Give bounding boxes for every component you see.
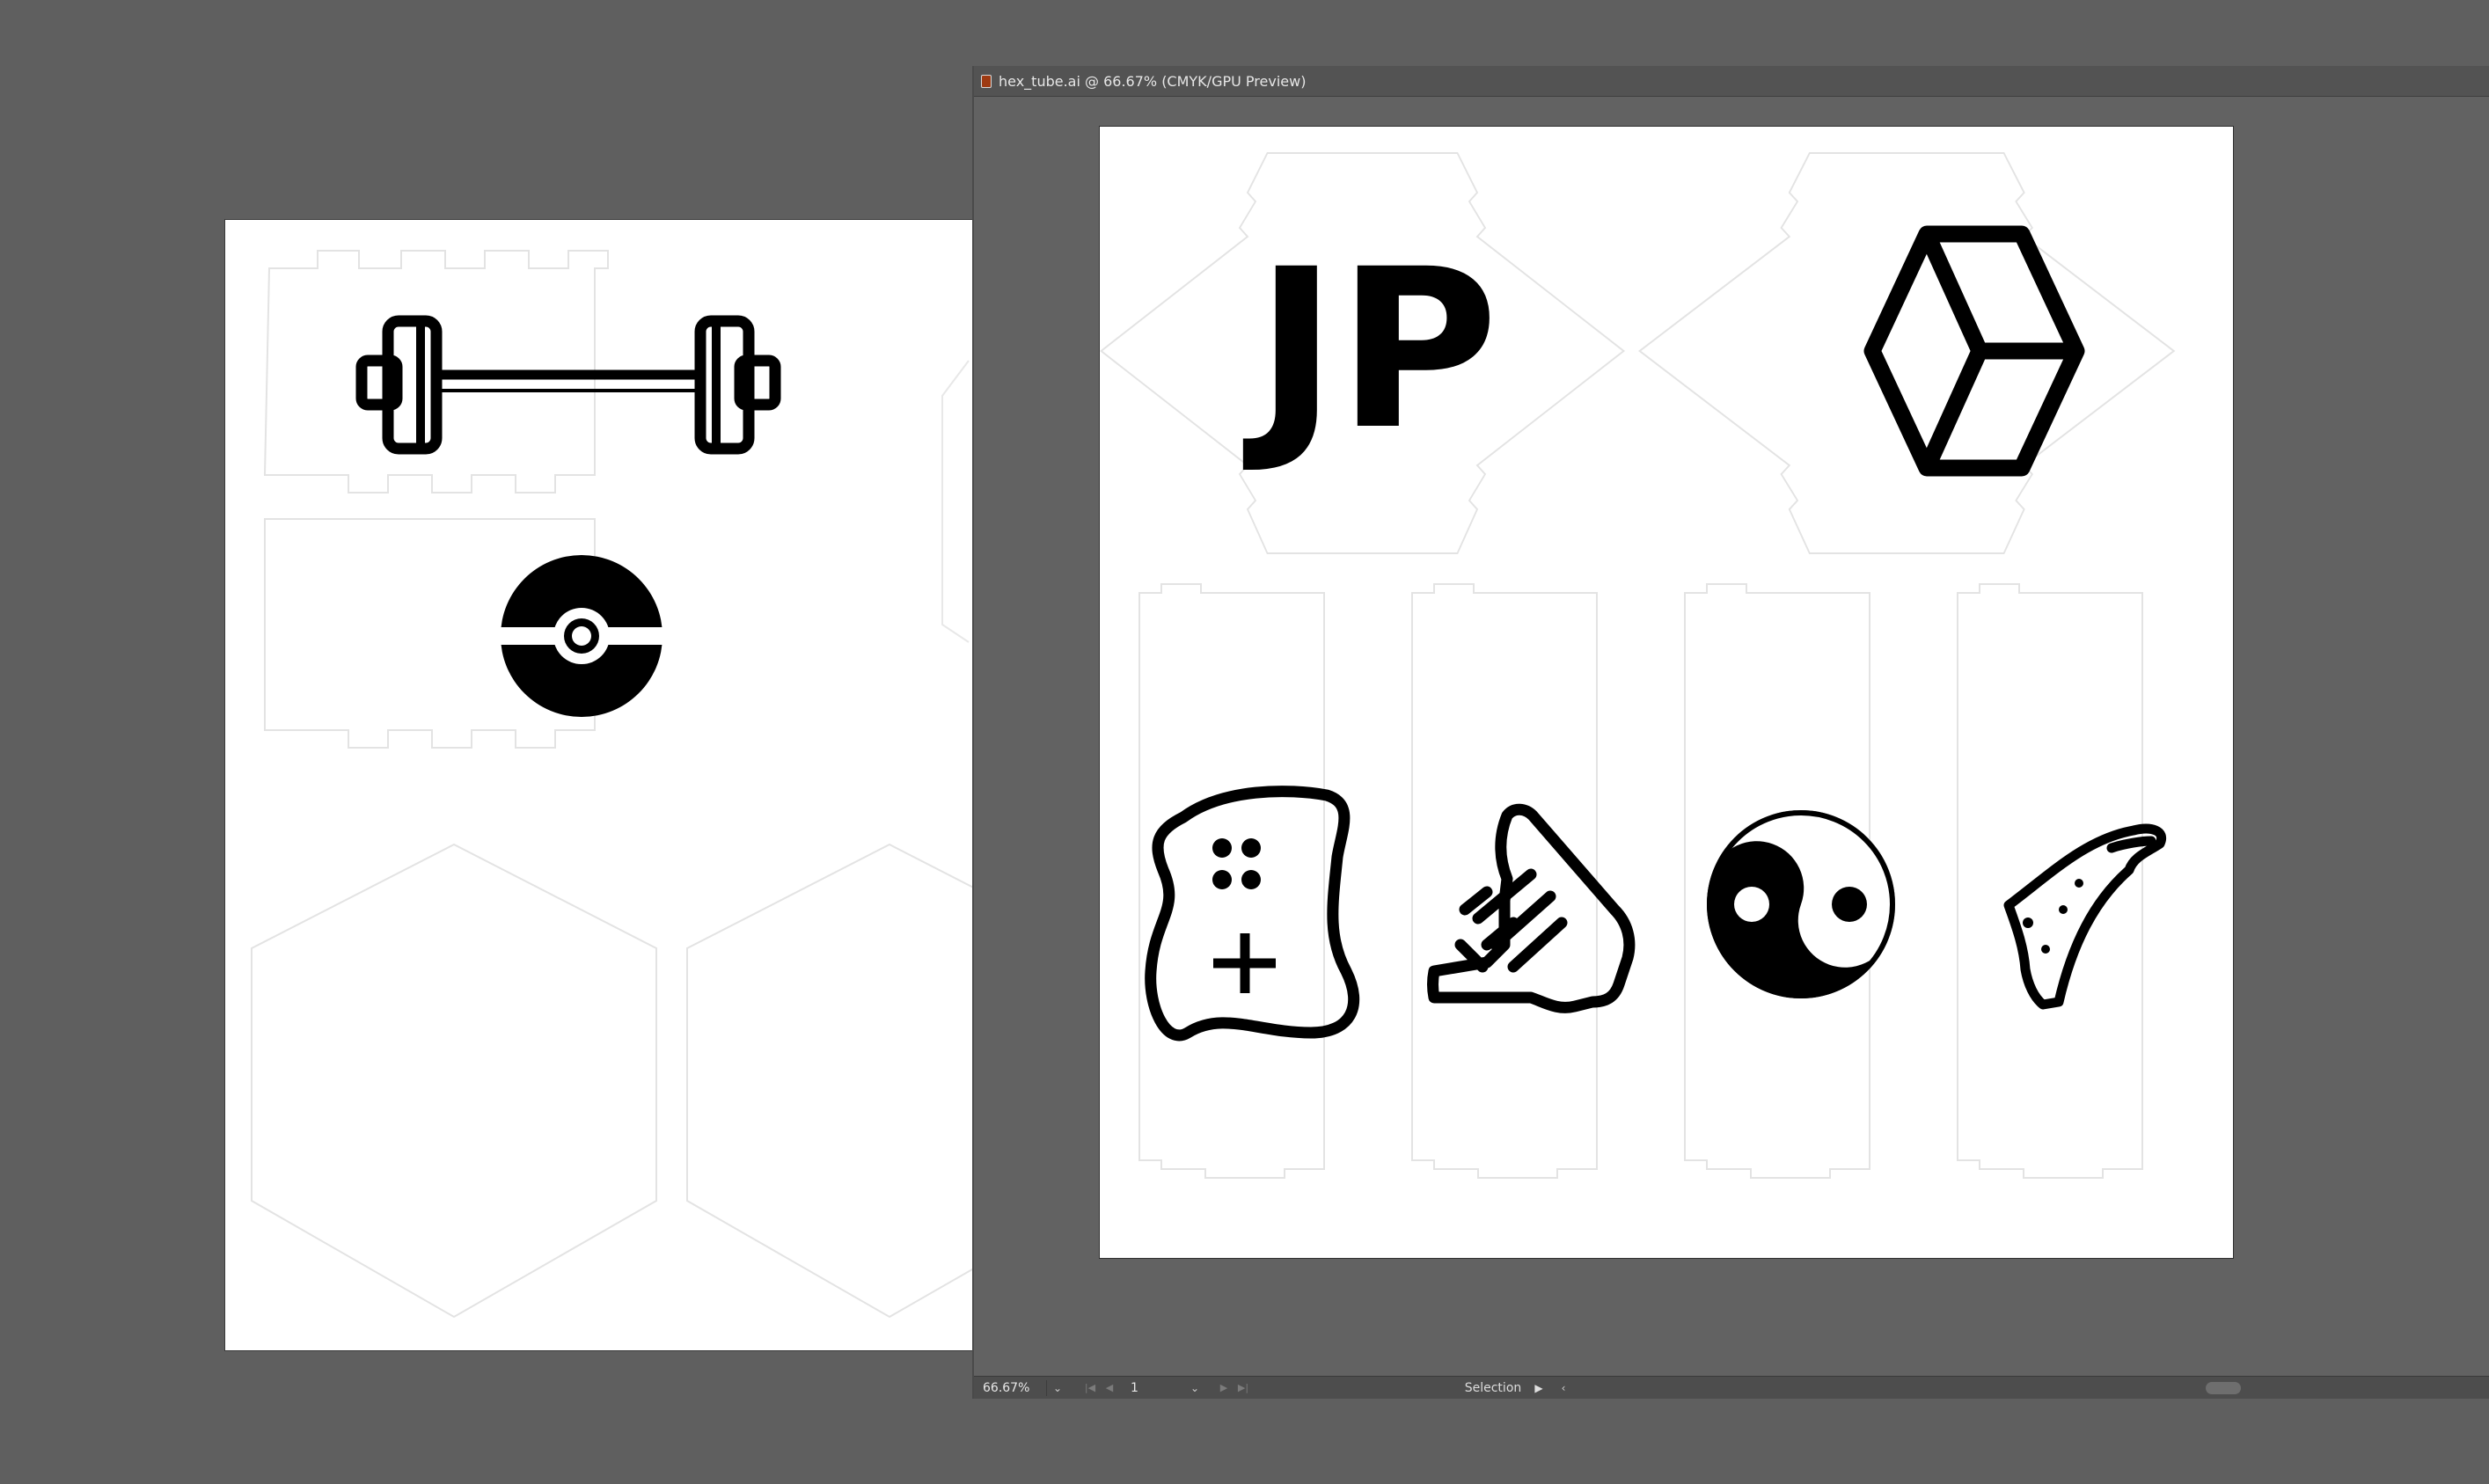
zoom-level-field[interactable]: 66.67% [983,1380,1044,1396]
yin-yang-icon [1707,810,1895,998]
artboard-art: JP [1100,152,2176,1179]
artboard-number-field[interactable]: 1 [1131,1380,1183,1396]
status-bar: 66.67% ⌄ |◀ ◀ 1 ⌄ ▶ ▶| Selection ▶ ‹ [974,1376,2489,1399]
scroll-left-icon[interactable]: ‹ [1556,1380,1570,1396]
document-window[interactable]: hex_tube.ai @ 66.67% (CMYK/GPU Preview) … [972,66,2489,1399]
first-artboard-icon[interactable]: |◀ [1083,1380,1097,1396]
play-icon[interactable]: ▶ [1532,1380,1546,1396]
pizza-slice-icon [2003,823,2167,1010]
background-artboard-art [251,250,973,1319]
jp-monogram: JP [1242,222,1498,478]
cube-icon [1863,225,2085,477]
barbell-icon [355,315,781,455]
last-artboard-icon[interactable]: ▶| [1236,1380,1250,1396]
background-artboard[interactable] [224,219,974,1351]
hex-cap-outline-1 [251,843,657,1319]
chevron-down-icon[interactable]: ⌄ [1185,1380,1204,1396]
document-tab[interactable]: hex_tube.ai @ 66.67% (CMYK/GPU Preview) [974,66,2489,97]
horizontal-scrollbar-thumb[interactable] [2206,1382,2241,1394]
hex-cap-right-outline [1637,152,2176,554]
pokeball-icon [494,555,670,717]
document-tab-title: hex_tube.ai @ 66.67% (CMYK/GPU Preview) [999,72,1307,90]
panel-cut-lines [251,250,973,1319]
next-artboard-icon[interactable]: ▶ [1217,1380,1231,1396]
hex-cap-outline-2 [686,843,973,1319]
ai-file-icon [981,74,992,88]
previous-artboard-icon[interactable]: ◀ [1102,1380,1116,1396]
side-panel-outlines [1138,583,2143,1179]
current-tool-status[interactable]: Selection [1361,1380,1625,1396]
artboard[interactable]: JP [1099,126,2234,1259]
shaka-hand-icon [1427,803,1636,1013]
partial-hex-outline [941,360,970,643]
chevron-down-icon[interactable]: ⌄ [1046,1380,1068,1396]
